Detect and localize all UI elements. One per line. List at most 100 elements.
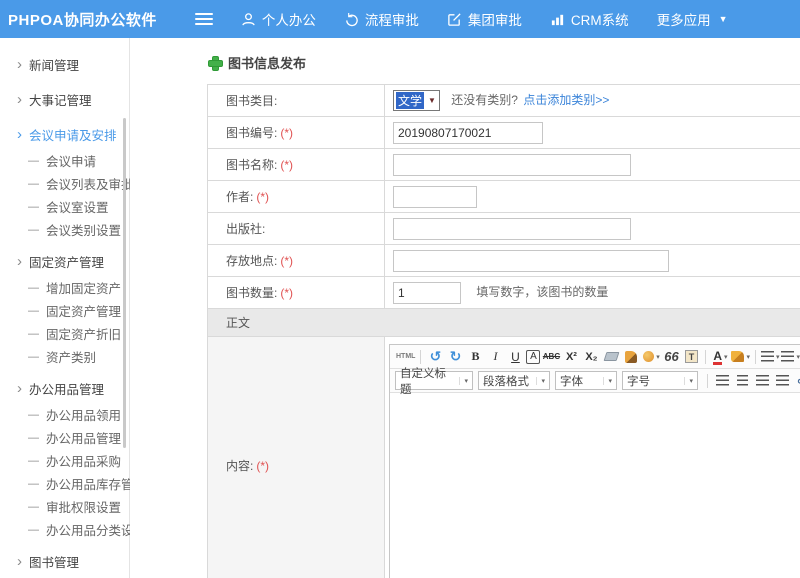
nav-process-approval[interactable]: 流程审批	[344, 9, 419, 29]
font-style-button[interactable]: A	[526, 350, 540, 364]
sidebar-item-approval-perms[interactable]: —审批权限设置	[0, 495, 129, 518]
sidebar-item-supplies-use[interactable]: —办公用品领用	[0, 403, 129, 426]
book-form: 图书类目: 文学 ▼ 还没有类别? 点击添加类别>> 图书编号:(*)	[207, 84, 800, 578]
sidebar-item-asset-group[interactable]: ›固定资产管理	[0, 246, 129, 276]
align-center-button[interactable]	[733, 372, 751, 390]
nav-personal-office[interactable]: 个人办公	[241, 9, 316, 29]
caret-down-icon: ▾	[684, 377, 693, 385]
sidebar-item-label: 固定资产折旧	[46, 324, 121, 343]
sidebar-item-asset-manage[interactable]: —固定资产管理	[0, 299, 129, 322]
dash-icon: —	[28, 478, 39, 490]
blockquote-button[interactable]: 66	[662, 348, 680, 366]
nav-item-label: 集团审批	[468, 9, 522, 29]
undo-button[interactable]: ↺	[426, 348, 444, 366]
hamburger-menu-icon[interactable]	[195, 13, 213, 25]
location-input[interactable]	[393, 250, 669, 272]
sidebar-item-supplies-manage[interactable]: —办公用品管理	[0, 426, 129, 449]
sidebar-item-supplies-category[interactable]: —办公用品分类设置	[0, 518, 129, 541]
ordered-list-button[interactable]: ▾	[761, 348, 780, 366]
sidebar-item-supplies-group[interactable]: ›办公用品管理	[0, 373, 129, 403]
strikethrough-button[interactable]: ABC	[542, 348, 560, 366]
sidebar-item-book-group[interactable]: ›图书管理	[0, 546, 129, 576]
insert-link-button[interactable]: ∞	[793, 372, 800, 390]
sidebar-item-label: 会议室设置	[46, 197, 109, 216]
sidebar-item-memorabilia[interactable]: ›大事记管理	[0, 84, 129, 114]
font-family-select[interactable]: 字体 ▾	[555, 371, 617, 390]
sidebar-item-supplies-purchase[interactable]: —办公用品采购	[0, 449, 129, 472]
sidebar-item-asset-add[interactable]: —增加固定资产	[0, 276, 129, 299]
nav-more-apps[interactable]: 更多应用 ▼	[657, 9, 728, 29]
dash-icon: —	[28, 351, 39, 363]
caret-down-icon: ▾	[459, 377, 468, 385]
content-label: 内容:	[226, 459, 253, 473]
custom-title-select[interactable]: 自定义标题▾	[395, 371, 473, 390]
underline-button[interactable]: U	[506, 348, 524, 366]
highlight-color-button[interactable]: ▾	[731, 348, 750, 366]
add-category-link[interactable]: 点击添加类别>>	[523, 93, 609, 107]
book-name-input[interactable]	[393, 154, 631, 176]
bold-button[interactable]: B	[466, 348, 484, 366]
html-source-button[interactable]: HTML	[396, 348, 415, 366]
caret-down-icon: ▾	[724, 353, 728, 361]
align-left-button[interactable]	[713, 372, 731, 390]
editor-toolbar-row2: 自定义标题▾ 段落格式▾ 字体▾ 字号▾ ∞ ∞	[390, 369, 800, 393]
sidebar-item-meeting-list[interactable]: —会议列表及审批	[0, 172, 129, 195]
dash-icon: —	[28, 524, 39, 536]
sidebar-item-meeting-group[interactable]: ›会议申请及安排	[0, 119, 129, 149]
chevron-icon: ›	[17, 554, 22, 569]
select-label: 字体	[560, 373, 583, 389]
format-brush-button[interactable]	[622, 348, 640, 366]
italic-button[interactable]: I	[486, 348, 504, 366]
redo-button[interactable]: ↻	[446, 348, 464, 366]
align-right-button[interactable]	[753, 372, 771, 390]
brush-icon	[625, 351, 637, 363]
author-label: 作者:	[226, 190, 253, 204]
required-mark: (*)	[256, 459, 269, 473]
subscript-button[interactable]: X₂	[582, 348, 600, 366]
eraser-button[interactable]	[602, 348, 620, 366]
category-selected-value: 文学	[396, 92, 424, 109]
author-input[interactable]	[393, 186, 477, 208]
body-section-label: 正文	[226, 316, 250, 330]
paragraph-format-select[interactable]: 段落格式▾	[478, 371, 550, 390]
nav-item-label: 流程审批	[365, 9, 419, 29]
nav-group-approval[interactable]: 集团审批	[447, 9, 522, 29]
superscript-button[interactable]: X²	[562, 348, 580, 366]
editor-content-area[interactable]	[390, 393, 800, 578]
highlight-pen-icon	[731, 351, 744, 362]
publisher-input[interactable]	[393, 218, 631, 240]
dash-icon: —	[28, 501, 39, 513]
row-book-name: 图书名称:(*)	[208, 149, 800, 181]
required-mark: (*)	[280, 158, 293, 172]
sidebar-item-meeting-type[interactable]: —会议类别设置	[0, 218, 129, 241]
font-size-select[interactable]: 字号▾	[622, 371, 698, 390]
sidebar-item-asset-category[interactable]: —资产类别	[0, 345, 129, 368]
sidebar-item-label: 增加固定资产	[46, 278, 121, 297]
caret-down-icon: ▾	[603, 377, 612, 385]
justify-button[interactable]	[773, 372, 791, 390]
sidebar-item-meeting-apply[interactable]: —会议申请	[0, 149, 129, 172]
autotypeset-button[interactable]: ▾	[642, 348, 660, 366]
sidebar-item-meeting-room[interactable]: —会议室设置	[0, 195, 129, 218]
book-no-input[interactable]	[393, 122, 543, 144]
nav-item-label: CRM系统	[571, 9, 629, 29]
sidebar-item-asset-depreciation[interactable]: —固定资产折旧	[0, 322, 129, 345]
required-mark: (*)	[280, 126, 293, 140]
align-left-icon	[716, 375, 729, 386]
nav-crm-system[interactable]: CRM系统	[550, 9, 629, 29]
toolbar-separator	[755, 350, 756, 364]
sidebar-item-label: 大事记管理	[29, 90, 92, 109]
sidebar-item-label: 会议列表及审批	[46, 174, 134, 193]
sidebar-item-news[interactable]: ›新闻管理	[0, 49, 129, 79]
paste-text-button[interactable]: T	[682, 348, 700, 366]
sidebar-item-supplies-stock[interactable]: —办公用品库存管理	[0, 472, 129, 495]
sidebar-scrollbar[interactable]	[123, 118, 126, 448]
main-content: 图书信息发布 图书类目: 文学 ▼ 还没有类别? 点击添加类别>> 图书编号	[130, 38, 800, 578]
rich-text-editor: HTML ↺ ↻ B I U A ABC X² X₂	[389, 344, 800, 578]
quantity-input[interactable]	[393, 282, 461, 304]
row-content: 内容:(*) HTML ↺ ↻ B I U	[208, 337, 800, 578]
font-color-button[interactable]: A▾	[711, 348, 729, 366]
quantity-label: 图书数量:	[226, 286, 277, 300]
unordered-list-button[interactable]: ▾	[781, 348, 800, 366]
category-select[interactable]: 文学 ▼	[393, 90, 440, 111]
